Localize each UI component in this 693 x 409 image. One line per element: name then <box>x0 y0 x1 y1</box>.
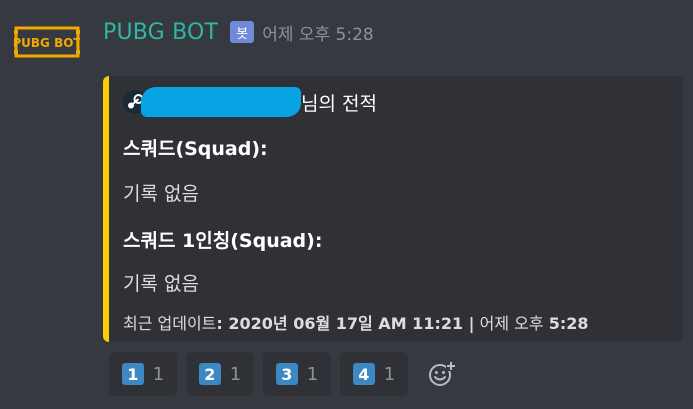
footer-label: 최근 업데이트 <box>123 314 217 333</box>
keycap-4-icon: 4 <box>352 363 375 385</box>
bot-badge: 봇 <box>230 21 255 43</box>
message-timestamp[interactable]: 어제 오후 5:28 <box>262 20 374 45</box>
redacted-username <box>141 87 301 117</box>
add-reaction-icon[interactable] <box>427 359 457 389</box>
pubg-logo-icon: PUBG BOT <box>14 26 80 58</box>
message-header: PUBG BOT 봇 어제 오후 5:28 <box>103 16 374 48</box>
footer-date: : 2020년 06월 17일 AM 11:21 | <box>216 314 475 333</box>
reaction-count: 1 <box>229 363 242 385</box>
reactions-bar: 1 1 2 1 3 1 4 1 <box>109 352 457 396</box>
keycap-1-icon: 1 <box>121 363 144 385</box>
field-value-squad: 기록 없음 <box>123 183 199 205</box>
reaction-keycap-3[interactable]: 3 1 <box>263 352 331 396</box>
embed-author-text: 님의 전적 <box>301 92 377 115</box>
embed-footer: 최근 업데이트: 2020년 06월 17일 AM 11:21 | 어제 오후 … <box>123 310 588 334</box>
reaction-keycap-2[interactable]: 2 1 <box>186 352 254 396</box>
keycap-3-icon: 3 <box>275 363 298 385</box>
bot-avatar[interactable]: PUBG BOT <box>14 22 80 62</box>
embed-author: 님의 전적 <box>123 86 377 118</box>
reaction-count: 1 <box>383 363 396 385</box>
reaction-count: 1 <box>306 363 319 385</box>
field-value-squad-fpp: 기록 없음 <box>123 273 199 295</box>
stats-embed: 님의 전적 스쿼드(Squad): 기록 없음 스쿼드 1인칭(Squad): … <box>103 76 683 342</box>
field-name-squad-fpp: 스쿼드 1인칭(Squad): <box>123 230 323 252</box>
field-name-squad: 스쿼드(Squad): <box>123 138 268 160</box>
keycap-2-icon: 2 <box>198 363 221 385</box>
footer-time: 5:28 <box>548 314 589 333</box>
author-name[interactable]: PUBG BOT <box>103 20 218 45</box>
reaction-keycap-1[interactable]: 1 1 <box>109 352 177 396</box>
svg-text:PUBG BOT: PUBG BOT <box>14 36 80 50</box>
reaction-count: 1 <box>152 363 165 385</box>
reaction-keycap-4[interactable]: 4 1 <box>340 352 408 396</box>
footer-time-label: 어제 오후 <box>479 314 544 333</box>
